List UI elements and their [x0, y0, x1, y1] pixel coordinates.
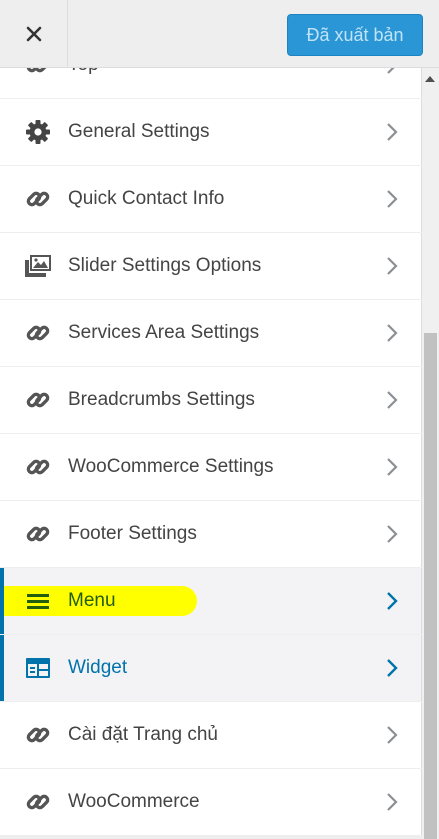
list-item-label: Cài đặt Trang chủ — [68, 724, 218, 745]
list-item-breadcrumbs-settings[interactable]: Breadcrumbs Settings — [0, 367, 422, 433]
list-item-label: Services Area Settings — [68, 322, 260, 343]
list-item-label: Top — [68, 68, 99, 98]
list-item-label: WooCommerce Settings — [68, 456, 274, 477]
list-item-widget[interactable]: Widget — [0, 635, 422, 701]
list-item-woocommerce[interactable]: WooCommerce — [0, 769, 422, 835]
list-item-quick-contact-info[interactable]: Quick Contact Info — [0, 166, 422, 232]
chevron-right-icon — [387, 659, 398, 677]
gear-icon — [24, 120, 52, 144]
list-item-top-partial[interactable]: Top — [0, 68, 422, 98]
list-item-footer-settings[interactable]: Footer Settings — [0, 501, 422, 567]
list-item-general-settings[interactable]: General Settings — [0, 99, 422, 165]
settings-list: Top General Settings — [0, 68, 422, 836]
close-icon — [26, 26, 41, 42]
link-icon — [24, 522, 52, 546]
list-item-label: General Settings — [68, 121, 210, 142]
list-item-label: WooCommerce — [68, 791, 200, 812]
close-button[interactable] — [0, 0, 68, 68]
list-item-homepage-settings[interactable]: Cài đặt Trang chủ — [0, 702, 422, 768]
list-item-label: Menu — [68, 590, 116, 611]
list-item-slider-settings-options[interactable]: Slider Settings Options — [0, 233, 422, 299]
link-icon — [24, 455, 52, 479]
scroll-up-arrow-icon[interactable] — [425, 76, 435, 82]
scrollbar-thumb[interactable] — [424, 333, 437, 839]
chevron-right-icon — [387, 391, 398, 409]
list-item-label: Slider Settings Options — [68, 255, 262, 276]
list-item-label: Widget — [68, 657, 128, 678]
chevron-right-icon — [387, 592, 398, 610]
chevron-right-icon — [387, 123, 398, 141]
link-icon — [24, 187, 52, 211]
publish-button[interactable]: Đã xuất bản — [287, 14, 423, 56]
list-item-label: Breadcrumbs Settings — [68, 389, 255, 410]
link-icon — [24, 790, 52, 814]
list-item-menu[interactable]: Menu — [0, 568, 422, 634]
list-item-label: Footer Settings — [68, 523, 197, 544]
list-item-services-area-settings[interactable]: Services Area Settings — [0, 300, 422, 366]
chevron-right-icon — [387, 726, 398, 744]
chevron-right-icon — [387, 324, 398, 342]
menu-icon — [24, 589, 52, 613]
chevron-right-icon — [387, 190, 398, 208]
customizer-header: Đã xuất bản — [0, 0, 439, 68]
images-icon — [24, 254, 52, 278]
chevron-right-icon — [387, 458, 398, 476]
chevron-right-icon — [387, 257, 398, 275]
chevron-right-icon — [387, 793, 398, 811]
chevron-right-icon — [387, 68, 395, 74]
link-icon — [24, 723, 52, 747]
list-item-label: Quick Contact Info — [68, 188, 225, 209]
link-icon — [24, 388, 52, 412]
scrollbar[interactable] — [422, 68, 439, 839]
link-icon — [24, 321, 52, 345]
list-item-woocommerce-settings[interactable]: WooCommerce Settings — [0, 434, 422, 500]
widget-icon — [24, 656, 52, 680]
chevron-right-icon — [387, 525, 398, 543]
customizer-panel: Top General Settings — [0, 68, 422, 839]
link-icon — [24, 68, 52, 77]
